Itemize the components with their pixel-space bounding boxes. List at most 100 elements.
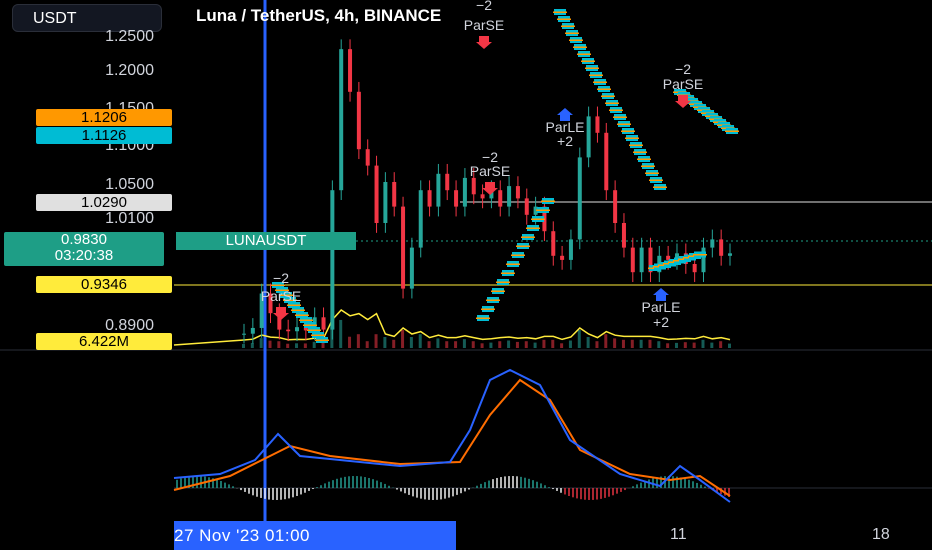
sar-tick [315,339,329,341]
macd-histogram-bar [572,488,574,498]
volume-bar [356,334,360,348]
volume-bar [259,338,263,348]
sar-tick [516,245,530,247]
sar-tick [553,11,567,13]
candle-body [701,247,706,273]
candle-body [568,239,573,260]
candle-body [242,333,246,335]
macd-histogram-bar [512,476,514,488]
sar-tick [561,25,575,27]
sar-tick [601,95,615,97]
candle-body [436,173,441,207]
candle-body [392,182,397,207]
volume-ma-badge: 6.422M [36,333,172,350]
candle-body [719,239,724,256]
sar-tick [557,18,571,20]
macd-histogram-bar [620,488,622,492]
macd-histogram-bar [344,476,346,488]
sar-tick [311,334,325,336]
candle-body [409,247,414,289]
macd-histogram-bar [496,477,498,488]
sar-tick [531,218,545,220]
candle-body [471,177,476,195]
macd-histogram-bar [516,476,518,488]
macd-histogram-bar [584,488,586,500]
candle-body [577,157,582,240]
volume-bar [683,342,687,348]
strategy-signals: −2ParSE−2ParSEParLE+2−2ParSE−2ParSEParLE… [261,0,703,330]
macd-histogram-bar [484,482,486,488]
volume-bar [604,334,608,348]
volume-bar [286,343,290,348]
macd-histogram-bar [404,488,406,494]
volume-bar [295,343,299,348]
macd-histogram-bar [700,484,702,488]
sar-tick [481,308,495,310]
signal-label: −2 [476,0,492,13]
macd-histogram-bar [408,488,410,495]
volume-bar [277,341,281,348]
macd-histogram-bar [400,488,402,492]
volume-bar [692,342,696,348]
macd-histogram-bar [444,488,446,499]
last-price: 0.9830 [61,231,107,248]
volume-bar [454,341,458,348]
macd-histogram-bar [280,488,282,500]
macd-histogram-bar [632,486,634,488]
candle-body [339,49,344,191]
hline-price-badge: 0.9346 [36,276,172,293]
candle-body [480,194,485,199]
candle-body [427,190,432,207]
macd-histogram-bar [336,478,338,488]
volume-bar [507,340,511,348]
macd-histogram-bar [240,488,242,491]
macd-histogram-bar [540,483,542,488]
sar-tick [476,317,490,319]
macd-histogram-bar [396,488,398,490]
macd-histogram-bar [692,481,694,488]
volume-bar [445,341,449,348]
candle-body [348,49,353,92]
volume-bar [568,340,572,348]
candle-body [710,239,715,248]
sar-tick [287,304,301,306]
macd-histogram-bar [600,488,602,499]
macd-histogram-bar [216,479,218,488]
macd-histogram-bar [544,485,546,488]
price-chart[interactable]: −2ParSE−2ParSEParLE+2−2ParSE−2ParSEParLE… [0,0,932,550]
macd-histogram-bar [520,476,522,488]
macd-histogram-bar [260,488,262,498]
macd-histogram-bar [320,485,322,488]
volume-bar [613,338,617,348]
signal-sublabel: +2 [557,133,573,149]
macd-histogram-bar [220,480,222,488]
macd-histogram-bar [608,488,610,497]
macd-histogram-bar [364,477,366,488]
volume-bar [542,339,546,348]
macd-histogram-bar [552,488,554,490]
macd-histogram-bar [180,478,182,488]
sar-tick [625,137,639,139]
sar-tick [581,60,595,62]
time-tick: 18 [872,526,890,543]
macd-histogram-bar [356,476,358,488]
macd-histogram-bar [452,488,454,497]
macd-histogram-bar [416,488,418,498]
candle-body [454,190,459,207]
sar-tick [577,53,591,55]
sar-tick [653,186,667,188]
macd-histogram-bar [352,476,354,488]
macd-histogram-bar [348,476,350,488]
candle-body [613,190,618,223]
macd-histogram-bar [284,488,286,500]
volume-bar [630,339,634,348]
signal-label: −2 [675,61,691,77]
price-tick: 1.2000 [105,62,154,79]
signal-sublabel: ParSE [663,76,703,92]
sar-tick [637,158,651,160]
candle-body [560,255,565,260]
candle-body [374,165,379,223]
sar-tick [486,299,500,301]
sar-tick [613,116,627,118]
macd-histogram-bar [468,488,470,490]
